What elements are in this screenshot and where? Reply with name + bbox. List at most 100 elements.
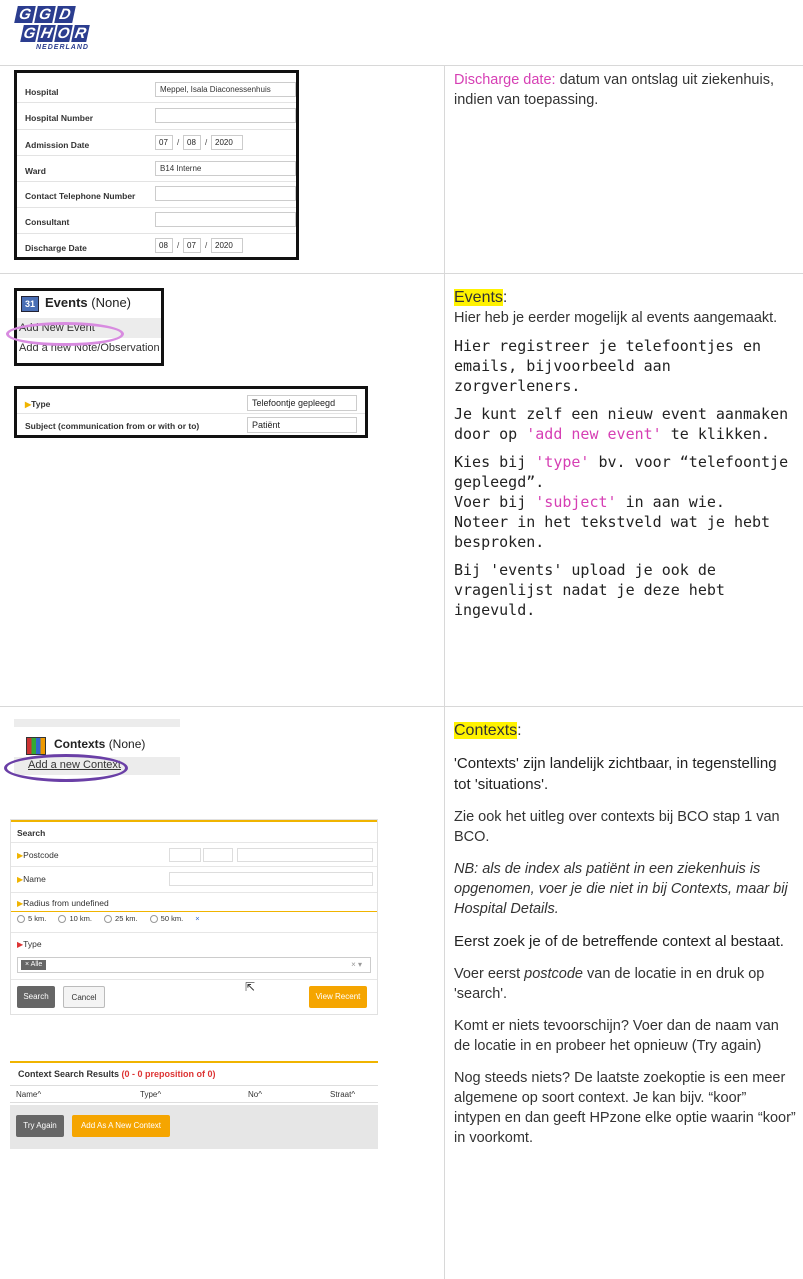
results-title: Context Search Results (0 - 0 prepositio… — [18, 1069, 216, 1079]
admission-year-field[interactable]: 2020 — [211, 135, 243, 150]
search-title: Search — [17, 828, 46, 838]
date-separator: / — [205, 138, 208, 147]
logo-letter: G — [14, 6, 36, 23]
column-divider — [444, 707, 445, 1279]
discharge-month-field[interactable]: 07 — [183, 238, 201, 253]
highlight-ellipse — [4, 754, 128, 782]
instruction-table: Hospital Meppel, Isala Diaconessenhuis H… — [0, 65, 803, 1279]
divider — [17, 155, 296, 156]
admission-day-field[interactable]: 07 — [155, 135, 173, 150]
mouse-cursor-icon: ⇱ — [245, 980, 256, 994]
contexts-paragraph: Eerst zoek je of de betreffende context … — [454, 933, 784, 950]
divider — [17, 129, 296, 130]
contexts-paragraph: Zie ook het uitleg over contexts bij BCO… — [454, 809, 780, 845]
logo-letter: D — [54, 6, 76, 23]
date-separator: / — [177, 138, 180, 147]
postcode-field-digits[interactable] — [169, 848, 201, 862]
name-field[interactable] — [169, 872, 373, 886]
hospital-field[interactable]: Meppel, Isala Diaconessenhuis — [155, 82, 296, 97]
calendar-icon: 31 — [21, 296, 39, 312]
results-actions: Try Again Add As A New Context — [10, 1105, 378, 1149]
hospital-number-field[interactable] — [155, 108, 296, 123]
postcode-label: ▶Postcode — [17, 850, 59, 860]
radius-label: ▶Radius from undefined — [17, 898, 109, 908]
form-label-discharge-date: Discharge Date — [25, 243, 87, 253]
events-heading: Events: — [454, 289, 508, 306]
type-field[interactable]: Telefoontje gepleegd — [247, 395, 357, 411]
add-new-context-button[interactable]: Add As A New Context — [72, 1115, 170, 1137]
discharge-year-field[interactable]: 2020 — [211, 238, 243, 253]
column-header-no[interactable]: No^ — [248, 1090, 262, 1099]
accent-line — [11, 820, 377, 822]
row-contexts: Contexts (None) Add a new Context Search… — [0, 707, 803, 1279]
radius-option[interactable]: 25 km. — [104, 914, 138, 924]
admission-month-field[interactable]: 08 — [183, 135, 201, 150]
context-search-panel: Search ▶Postcode ▶Name ▶Radius from unde… — [10, 819, 378, 1015]
postcode-field-letters[interactable] — [203, 848, 233, 862]
contexts-paragraph: Nog steeds niets? De laatste zoekoptie i… — [454, 1070, 796, 1146]
contexts-heading: Contexts: — [454, 722, 522, 739]
ggd-ghor-logo: G G D G H O R NEDERLAND — [14, 6, 90, 52]
events-title: Events (None) — [45, 295, 132, 310]
clear-radius-icon[interactable]: × — [195, 914, 199, 923]
form-label-hospital: Hospital — [25, 87, 59, 97]
discharge-explanation: Discharge date: datum van ontslag uit zi… — [454, 70, 797, 110]
name-label: ▶Name — [17, 874, 46, 884]
form-label-ward: Ward — [25, 166, 46, 176]
contexts-paragraph: 'Contexts' zijn landelijk zichtbaar, in … — [454, 755, 777, 793]
column-header-type[interactable]: Type^ — [140, 1090, 161, 1099]
discharge-day-field[interactable]: 08 — [155, 238, 173, 253]
logo-letter: O — [54, 25, 73, 42]
divider — [11, 932, 377, 933]
ward-field[interactable]: B14 Interne — [155, 161, 296, 176]
radius-option[interactable]: 50 km. — [149, 914, 183, 924]
type-select[interactable]: × Alle × ▾ — [17, 957, 371, 973]
events-paragraph: Je kunt zelf een nieuw event aanmaken do… — [454, 405, 789, 443]
events-explanation: Events: Hier heb je eerder mogelijk al e… — [454, 288, 797, 620]
logo-letter: G — [20, 25, 39, 42]
form-label-subject: Subject (communication from or with or t… — [25, 421, 200, 431]
form-label-hospital-number: Hospital Number — [25, 113, 94, 123]
contexts-paragraph: Voer eerst postcode van de locatie in en… — [454, 966, 765, 1002]
select-clear-icon[interactable]: × ▾ — [351, 960, 362, 969]
events-paragraph: Kies bij 'type' bv. voor “telefoontje ge… — [454, 453, 789, 551]
type-label: ▶Type — [17, 939, 42, 949]
radius-option[interactable]: 10 km. — [58, 914, 92, 924]
logo-subtitle: NEDERLAND — [36, 44, 89, 51]
event-type-form: ▶Type Telefoontje gepleegd Subject (comm… — [14, 386, 368, 438]
divider — [11, 979, 377, 980]
view-recent-button[interactable]: View Recent — [309, 986, 367, 1008]
logo-letter: R — [71, 25, 90, 42]
divider — [17, 207, 296, 208]
column-divider — [444, 66, 445, 273]
search-button[interactable]: Search — [17, 986, 55, 1008]
radius-options: 5 km. 10 km. 25 km. 50 km. × — [17, 914, 200, 924]
contexts-note: NB: als de index als patiënt in een ziek… — [454, 861, 788, 917]
contexts-paragraph: Komt er niets tevoorschijn? Voer dan de … — [454, 1018, 779, 1054]
radio-icon — [58, 915, 67, 924]
context-search-results: Context Search Results (0 - 0 prepositio… — [10, 1061, 378, 1153]
accent-line — [10, 1061, 378, 1063]
events-intro: Hier heb je eerder mogelijk al events aa… — [454, 310, 778, 326]
postcode-field-extra[interactable] — [237, 848, 373, 862]
row-events: 31 Events (None) Add New Event Add a new… — [0, 274, 803, 707]
subject-field[interactable]: Patiënt — [247, 417, 357, 433]
contact-phone-field[interactable] — [155, 186, 296, 201]
column-header-straat[interactable]: Straat^ — [330, 1090, 355, 1099]
highlight-ellipse — [6, 322, 124, 346]
type-chip[interactable]: × Alle — [21, 960, 47, 970]
radio-icon — [104, 915, 113, 924]
divider — [17, 102, 296, 103]
cancel-button[interactable]: Cancel — [63, 986, 105, 1008]
form-label-contact-phone: Contact Telephone Number — [25, 191, 136, 201]
consultant-field[interactable] — [155, 212, 296, 227]
try-again-button[interactable]: Try Again — [16, 1115, 64, 1137]
results-table-header: Name^ Type^ No^ Straat^ — [10, 1085, 378, 1103]
divider — [11, 866, 377, 867]
column-header-name[interactable]: Name^ — [16, 1090, 41, 1099]
radius-option[interactable]: 5 km. — [17, 914, 46, 924]
contexts-title: Contexts (None) — [54, 737, 146, 751]
divider — [17, 233, 296, 234]
term-discharge-date: Discharge date: — [454, 72, 556, 88]
form-label-admission-date: Admission Date — [25, 140, 90, 150]
